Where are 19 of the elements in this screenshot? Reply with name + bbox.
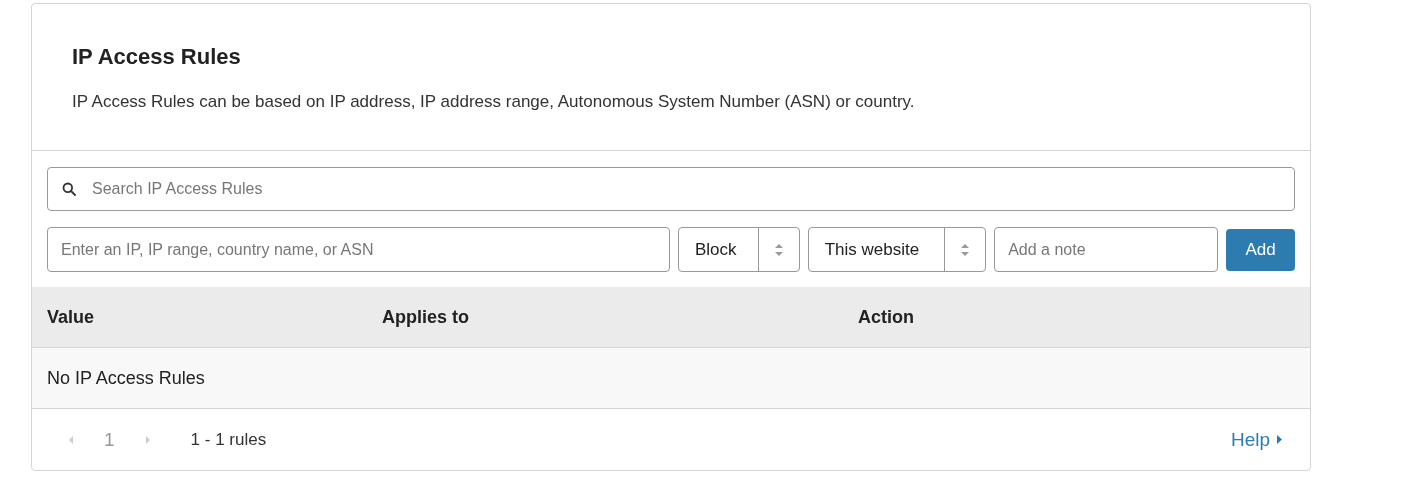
column-header: Value [47,306,96,328]
column-header: Action [858,306,915,328]
rules-count: 1 - 1 rules [190,429,267,450]
scope-select[interactable]: This website [807,227,987,272]
sort-arrows-icon [773,241,784,258]
page-number[interactable]: 1 [104,428,115,451]
note-input-field[interactable]: Add a note [994,227,1219,272]
sort-arrows-icon [960,241,971,258]
caret-icon [1277,435,1282,444]
empty-message: No IP Access Rules [47,367,205,389]
add-button[interactable]: Add [1226,228,1295,271]
help-link[interactable]: Help [1230,428,1282,451]
card-title: IP Access Rules [72,44,242,70]
column-header: Applies to [382,306,470,328]
ip-input-field[interactable]: Enter an IP, IP range, country name, or ASN [47,227,670,272]
action-select[interactable]: Block [678,227,800,272]
search-field[interactable]: Search IP Access Rules [47,167,1295,211]
search-icon [62,182,76,196]
card-description: IP Access Rules can be based on IP address, IP address range, Autonomous System Number (ASN) or country. [72,92,916,112]
